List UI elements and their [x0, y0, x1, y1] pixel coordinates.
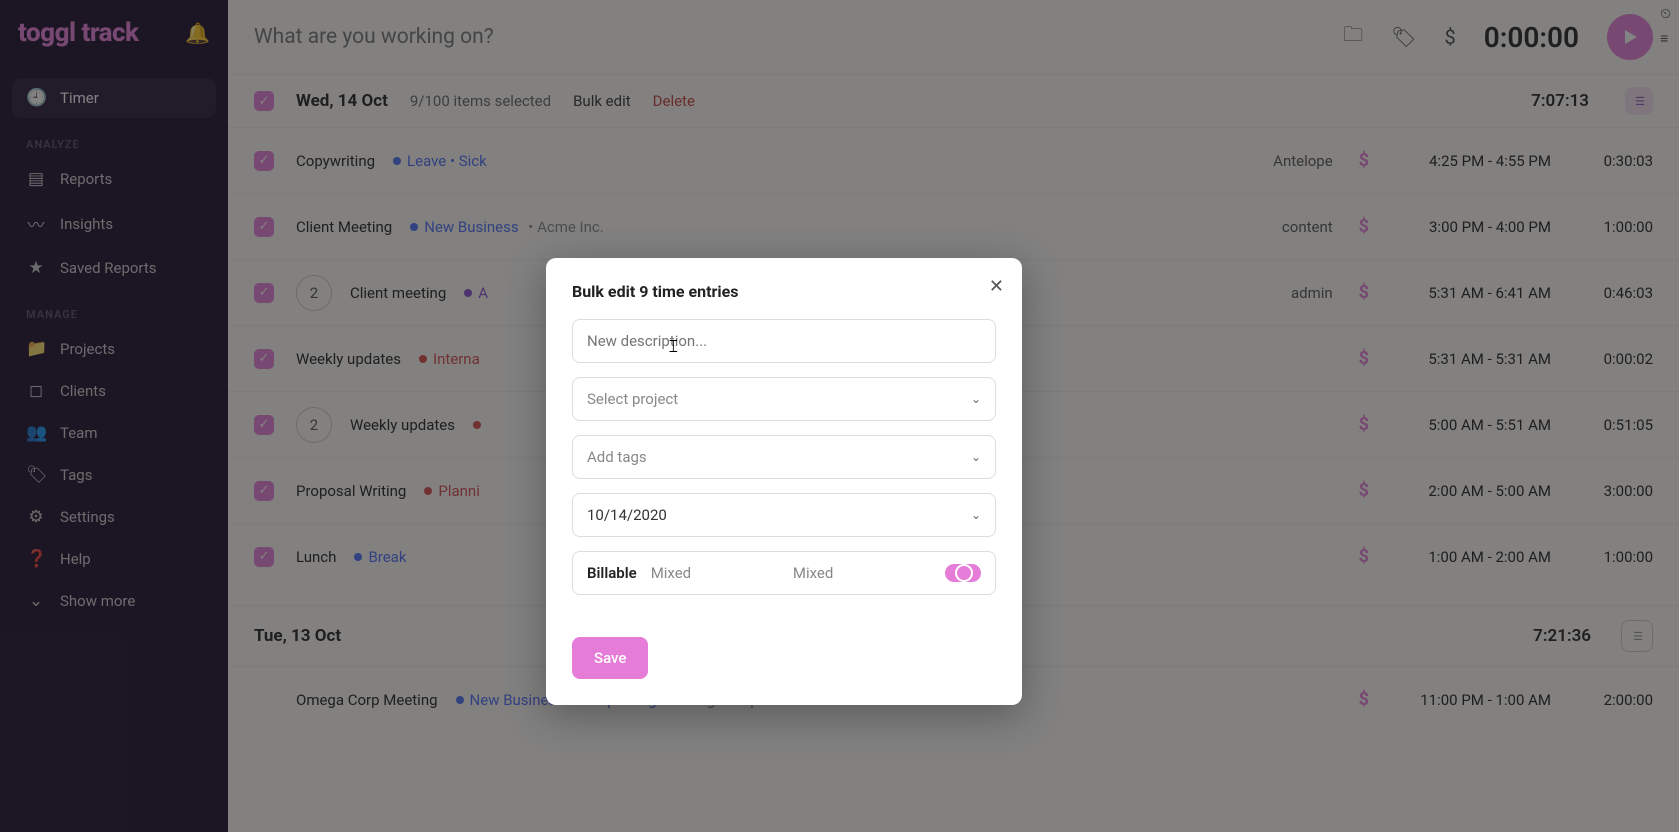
tags-select[interactable]: Add tags ⌄: [572, 435, 996, 479]
project-select[interactable]: Select project ⌄: [572, 377, 996, 421]
modal-title: Bulk edit 9 time entries: [572, 282, 996, 301]
billable-state: Mixed: [793, 564, 833, 582]
tags-placeholder: Add tags: [587, 448, 647, 466]
date-field[interactable]: 10/14/2020 ⌄: [572, 493, 996, 537]
chevron-down-icon: ⌄: [971, 392, 981, 406]
description-input[interactable]: [587, 332, 981, 350]
bulk-edit-modal: Bulk edit 9 time entries ✕ Select projec…: [546, 258, 1022, 705]
description-field[interactable]: [572, 319, 996, 363]
date-value: 10/14/2020: [587, 506, 667, 524]
close-icon[interactable]: ✕: [989, 276, 1004, 297]
billable-row: Billable Mixed Mixed: [572, 551, 996, 595]
project-placeholder: Select project: [587, 390, 678, 408]
chevron-down-icon: ⌄: [971, 508, 981, 522]
billable-toggle[interactable]: [945, 564, 981, 582]
billable-label: Billable: [587, 564, 637, 582]
billable-value: Mixed: [651, 564, 691, 582]
save-button[interactable]: Save: [572, 637, 648, 679]
chevron-down-icon: ⌄: [971, 450, 981, 464]
